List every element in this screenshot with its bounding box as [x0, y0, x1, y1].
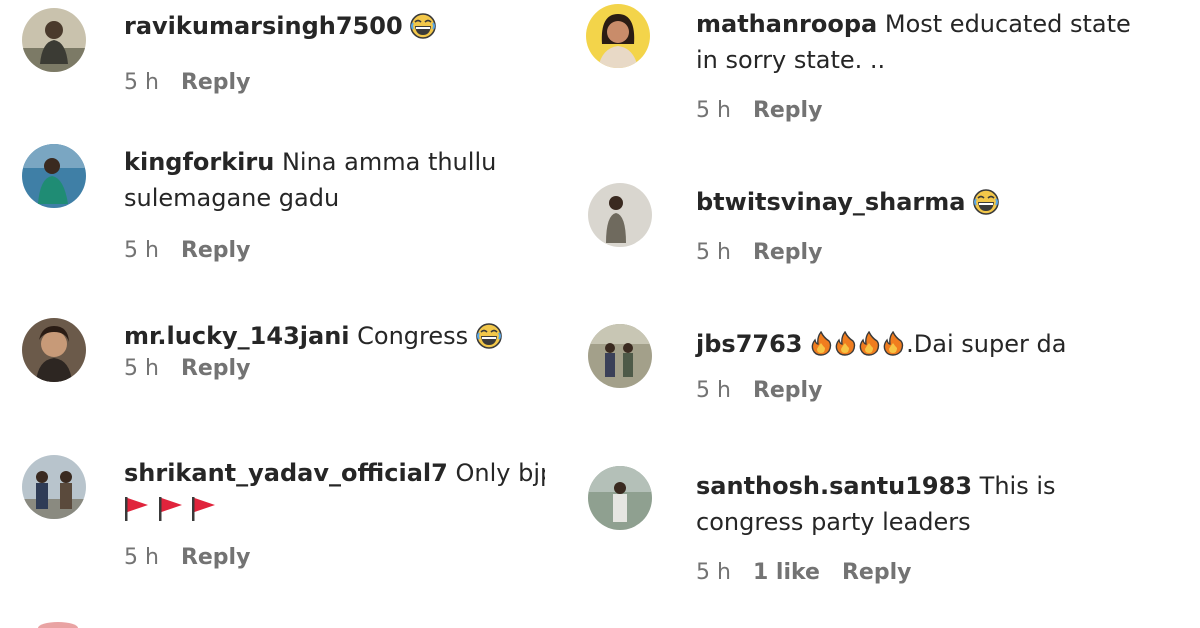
red-flag-icon — [158, 496, 184, 522]
timestamp: 5 h — [124, 238, 159, 263]
timestamp: 5 h — [124, 545, 159, 570]
comment-meta: 5 h 1 like Reply — [696, 558, 1200, 588]
comment-text: mathanroopa Most educated state — [696, 6, 1200, 42]
username[interactable]: jbs7763 — [696, 330, 803, 358]
comment-text: mr.lucky_143jani Congress — [124, 318, 545, 354]
laughing-emoji-icon — [410, 13, 437, 39]
red-flag-icon — [124, 496, 150, 522]
comments-column-right: mathanroopa Most educated state in sorry… — [572, 0, 1200, 628]
red-flag-icon — [191, 496, 217, 522]
avatar[interactable] — [588, 324, 652, 388]
next-comment-avatar-peek — [38, 622, 78, 628]
comment-body: Congress — [357, 322, 469, 350]
fire-icon — [834, 331, 858, 357]
comment-text-line2: congress party leaders — [696, 508, 971, 536]
comment-text: btwitsvinay_sharma — [696, 184, 1200, 220]
comment-body: Most educated state — [884, 10, 1131, 38]
comment-meta: 5 h Reply — [124, 236, 545, 266]
timestamp: 5 h — [696, 98, 731, 123]
avatar[interactable] — [22, 144, 86, 208]
avatar[interactable] — [22, 455, 86, 519]
comment-meta: 5 h Reply — [696, 376, 1200, 406]
comments-column-left: ravikumarsingh7500 5 h Reply kingforkiru … — [0, 0, 545, 628]
fire-icon — [810, 331, 834, 357]
avatar[interactable] — [588, 466, 652, 530]
comment-body: Only bjp — [455, 459, 545, 487]
comment-meta: 5 h Reply — [124, 354, 545, 384]
timestamp: 5 h — [124, 356, 159, 381]
comment-meta: 5 h Reply — [696, 96, 1200, 126]
comment-body: Nina amma thullu — [281, 148, 497, 176]
comment-text-line2: in sorry state. .. — [696, 46, 886, 74]
comment-text: santhosh.santu1983 This is — [696, 468, 1200, 504]
laughing-emoji-icon — [973, 189, 1000, 215]
reply-button[interactable]: Reply — [753, 98, 823, 123]
reply-button[interactable]: Reply — [181, 545, 251, 570]
comment-text: kingforkiru Nina amma thullu — [124, 144, 545, 180]
comment-text: ravikumarsingh7500 — [124, 8, 545, 44]
comment-text-line2: sulemagane gadu — [124, 184, 340, 212]
laughing-emoji-icon — [475, 323, 502, 349]
reply-button[interactable]: Reply — [842, 560, 912, 585]
fire-icon — [858, 331, 882, 357]
fire-icon — [882, 331, 906, 357]
comment-meta: 5 h Reply — [124, 68, 545, 98]
reply-button[interactable]: Reply — [181, 238, 251, 263]
comment-text: jbs7763 .Dai super da — [696, 326, 1200, 362]
reply-button[interactable]: Reply — [181, 356, 251, 381]
comment-meta: 5 h Reply — [696, 238, 1200, 268]
username[interactable]: mathanroopa — [696, 10, 877, 38]
comment-body: .Dai super da — [906, 330, 1067, 358]
comment-flags — [124, 491, 545, 527]
avatar[interactable] — [588, 183, 652, 247]
username[interactable]: santhosh.santu1983 — [696, 472, 972, 500]
reply-button[interactable]: Reply — [753, 378, 823, 403]
comment-body: This is — [979, 472, 1056, 500]
timestamp: 5 h — [696, 240, 731, 265]
username[interactable]: kingforkiru — [124, 148, 274, 176]
timestamp: 5 h — [696, 560, 731, 585]
comment-text: shrikant_yadav_official7 Only bjp — [124, 455, 545, 491]
username[interactable]: ravikumarsingh7500 — [124, 12, 403, 40]
avatar[interactable] — [22, 8, 86, 72]
comment-meta: 5 h Reply — [124, 543, 545, 573]
username[interactable]: mr.lucky_143jani — [124, 322, 350, 350]
username[interactable]: shrikant_yadav_official7 — [124, 459, 448, 487]
timestamp: 5 h — [124, 70, 159, 95]
username[interactable]: btwitsvinay_sharma — [696, 188, 965, 216]
reply-button[interactable]: Reply — [753, 240, 823, 265]
reply-button[interactable]: Reply — [181, 70, 251, 95]
likes-count[interactable]: 1 like — [753, 560, 820, 585]
avatar[interactable] — [586, 4, 650, 68]
avatar[interactable] — [22, 318, 86, 382]
timestamp: 5 h — [696, 378, 731, 403]
